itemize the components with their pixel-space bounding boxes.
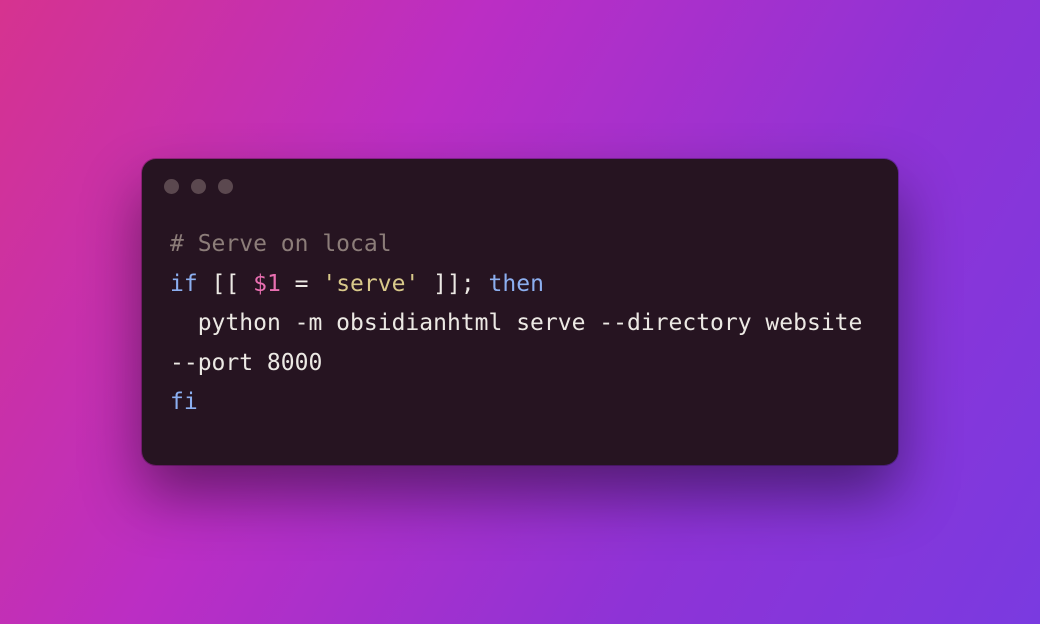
code-token-var: $1	[253, 271, 281, 297]
code-token-default: python -m obsidianhtml serve --directory…	[170, 310, 876, 376]
code-line: if [[ $1 = 'serve' ]]; then	[170, 265, 870, 305]
titlebar	[142, 159, 898, 213]
code-token-keyword: then	[489, 271, 544, 297]
code-token-keyword: if	[170, 271, 198, 297]
code-block: # Serve on local if [[ $1 = 'serve' ]]; t…	[142, 213, 898, 465]
code-line: python -m obsidianhtml serve --directory…	[170, 304, 870, 383]
code-token-keyword: fi	[170, 389, 198, 415]
code-token-comment: # Serve on local	[170, 231, 392, 257]
code-line: # Serve on local	[170, 225, 870, 265]
code-token-default: =	[281, 271, 323, 297]
close-icon[interactable]	[164, 179, 179, 194]
code-token-string: 'serve'	[322, 271, 419, 297]
code-token-default: ]];	[419, 271, 488, 297]
minimize-icon[interactable]	[191, 179, 206, 194]
code-line: fi	[170, 383, 870, 423]
terminal-window: # Serve on local if [[ $1 = 'serve' ]]; t…	[142, 159, 898, 465]
code-token-default: [[	[198, 271, 253, 297]
zoom-icon[interactable]	[218, 179, 233, 194]
